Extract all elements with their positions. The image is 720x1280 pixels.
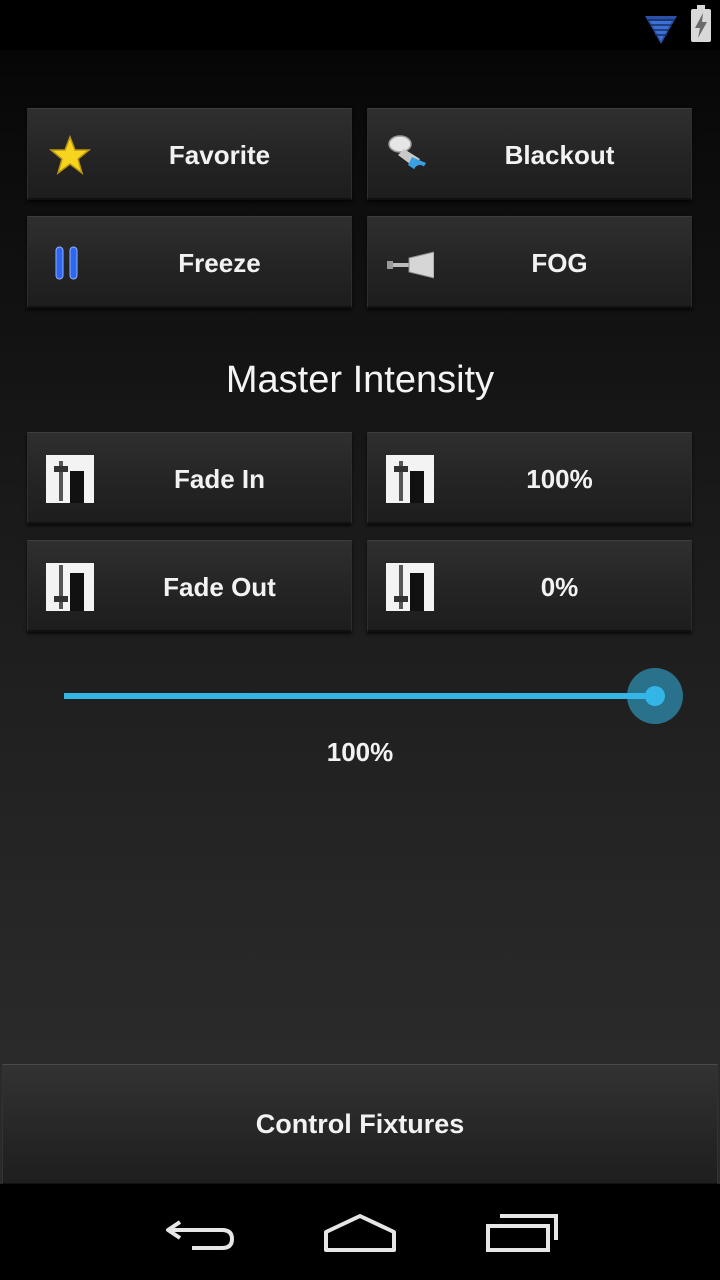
star-icon xyxy=(48,134,92,175)
fade-in-button[interactable]: Fade In xyxy=(27,432,352,524)
recent-apps-button[interactable] xyxy=(472,1202,572,1262)
wifi-icon xyxy=(645,16,677,44)
freeze-label: Freeze xyxy=(178,248,261,278)
favorite-label: Favorite xyxy=(168,140,271,170)
pause-icon xyxy=(55,246,78,280)
slider-fill xyxy=(64,693,656,699)
home-button[interactable] xyxy=(310,1202,410,1262)
zero-intensity-label: 0% xyxy=(540,572,579,602)
slider-value-label: 100% xyxy=(326,737,394,767)
fade-out-button[interactable]: Fade Out xyxy=(27,540,352,632)
back-button[interactable] xyxy=(150,1202,250,1262)
freeze-button[interactable]: Freeze xyxy=(27,216,352,308)
zero-intensity-button[interactable]: 0% xyxy=(367,540,692,632)
slider-thumb-dot[interactable] xyxy=(645,686,665,706)
blackout-button[interactable]: Blackout xyxy=(367,108,692,200)
fader-up-icon xyxy=(386,455,434,503)
fader-down-icon xyxy=(46,563,94,611)
favorite-button[interactable]: Favorite xyxy=(27,108,352,200)
full-intensity-button[interactable]: 100% xyxy=(367,432,692,524)
slider-track[interactable] xyxy=(64,693,656,699)
navigation-bar xyxy=(0,1184,720,1280)
battery-charging-icon xyxy=(691,5,711,42)
app-screen: Favorite Blackout Freeze FOG Master Inte… xyxy=(0,0,720,1280)
control-fixtures-button[interactable]: Control Fixtures xyxy=(2,1064,718,1184)
fade-in-label: Fade In xyxy=(173,464,265,494)
home-icon xyxy=(324,1214,396,1252)
status-bar xyxy=(0,0,720,50)
back-icon xyxy=(166,1220,235,1250)
fader-up-icon xyxy=(46,455,94,503)
fader-down-icon xyxy=(386,563,434,611)
recent-apps-icon xyxy=(486,1214,558,1252)
fog-button[interactable]: FOG xyxy=(367,216,692,308)
fog-machine-icon xyxy=(387,251,434,279)
fade-out-label: Fade Out xyxy=(163,572,276,602)
master-intensity-slider[interactable] xyxy=(60,666,690,730)
blackout-label: Blackout xyxy=(504,140,615,170)
full-intensity-label: 100% xyxy=(526,464,593,494)
spotlight-icon xyxy=(388,135,426,177)
master-intensity-title: Master Intensity xyxy=(225,359,495,401)
fog-label: FOG xyxy=(531,248,588,278)
